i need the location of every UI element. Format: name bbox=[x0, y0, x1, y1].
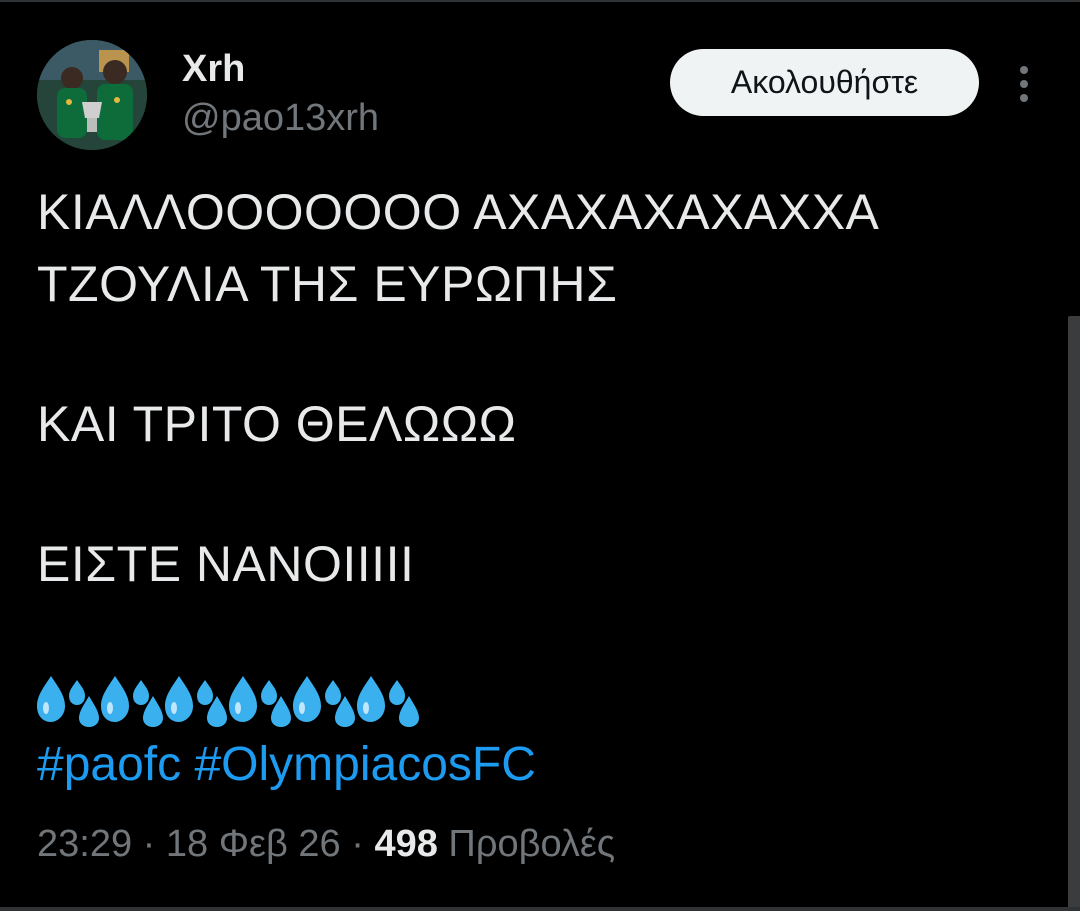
tweet-text-line: ΕΙΣΤΕ ΝΑΝΟΙΙΙΙΙ bbox=[37, 536, 415, 592]
more-options-button[interactable] bbox=[1007, 62, 1041, 106]
tweet-time[interactable]: 23:29 bbox=[37, 823, 132, 865]
follow-button[interactable]: Ακολουθήστε bbox=[670, 49, 979, 116]
user-handle[interactable]: @pao13xrh bbox=[182, 96, 379, 140]
separator: · bbox=[142, 823, 156, 865]
sweat-droplets-icon bbox=[37, 676, 99, 727]
views-label: Προβολές bbox=[448, 823, 616, 865]
display-name[interactable]: Xrh bbox=[182, 47, 245, 91]
sweat-droplets-icon bbox=[229, 676, 291, 727]
hashtag-row: #paofc #OlympiacosFC bbox=[37, 736, 536, 794]
hashtag-link[interactable]: #paofc bbox=[37, 738, 181, 791]
tweet-metadata: 23:29 · 18 Φεβ 26 · 498 Προβολές bbox=[37, 820, 615, 868]
tweet-text-line: ΤΖΟΥΛΙΑ ΤΗΣ ΕΥΡΩΠΗΣ bbox=[37, 256, 618, 312]
avatar[interactable] bbox=[37, 40, 147, 150]
tweet-text-line: ΚΑΙ ΤΡΙΤΟ ΘΕΛΩΩΩ bbox=[37, 396, 517, 452]
more-vertical-icon bbox=[1020, 66, 1028, 74]
emoji-row bbox=[37, 666, 419, 728]
sweat-droplets-icon bbox=[357, 676, 419, 727]
avatar-photo bbox=[37, 40, 147, 150]
separator: · bbox=[351, 823, 364, 865]
bottom-divider bbox=[0, 907, 1080, 911]
views-count: 498 bbox=[374, 823, 438, 865]
more-vertical-icon bbox=[1020, 94, 1028, 102]
tweet-date[interactable]: 18 Φεβ 26 bbox=[166, 823, 341, 865]
sweat-droplets-icon bbox=[101, 676, 163, 727]
tweet-text-line: ΚΙΑΛΛΟΟΟΟΟΟΟ ΑΧΑΧΑΧΑΧΑΧΧΑ bbox=[37, 184, 880, 240]
more-vertical-icon bbox=[1020, 80, 1028, 88]
scrollbar[interactable] bbox=[1068, 316, 1080, 911]
hashtag-link[interactable]: #OlympiacosFC bbox=[194, 738, 535, 791]
sweat-droplets-icon bbox=[165, 676, 227, 727]
top-divider bbox=[0, 0, 1080, 2]
sweat-droplets-icon bbox=[293, 676, 355, 727]
